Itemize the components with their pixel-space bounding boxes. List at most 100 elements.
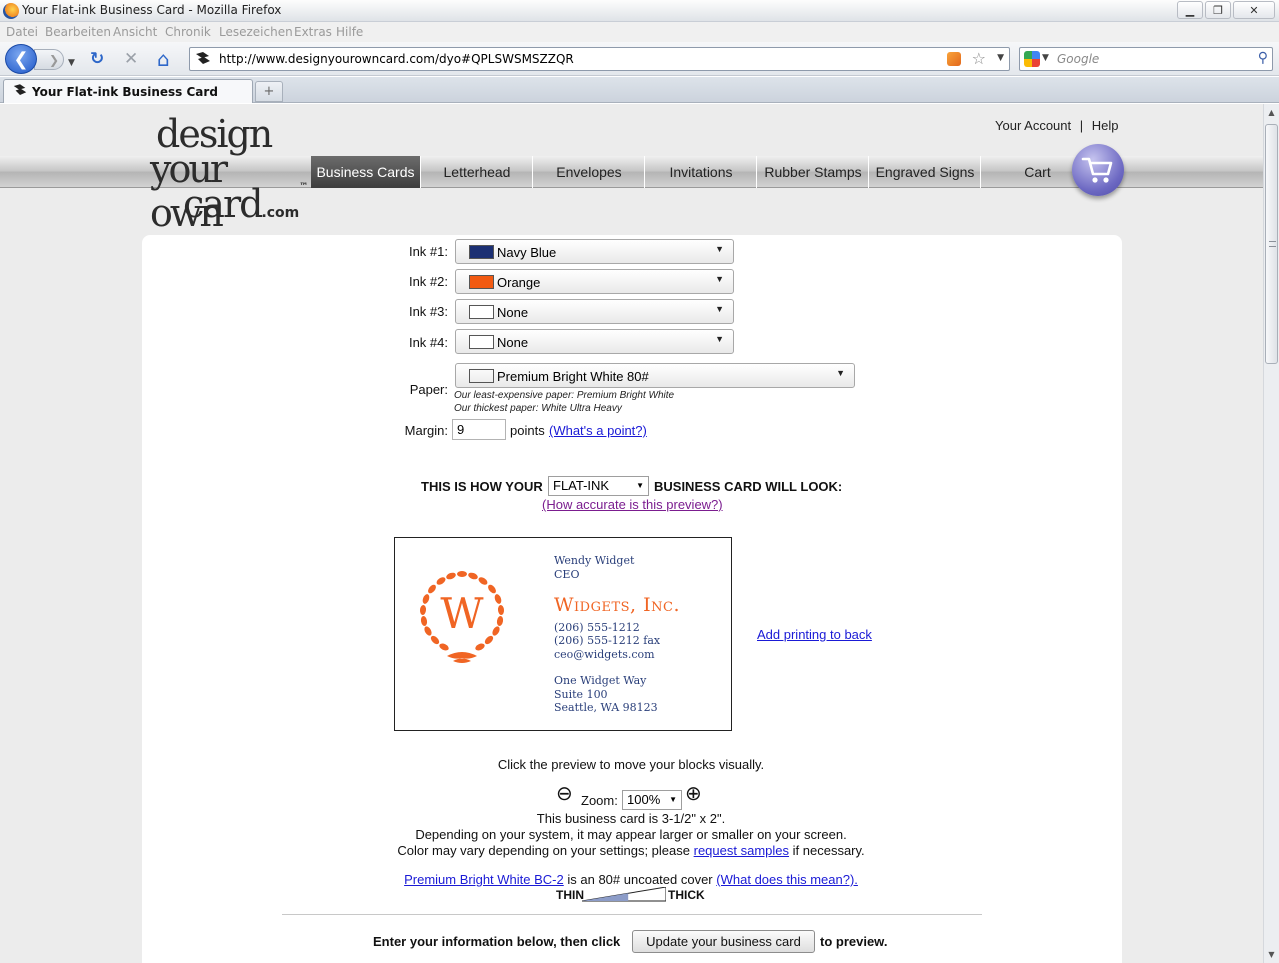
ink2-select[interactable]: Orange ▼ xyxy=(455,269,734,294)
preview-accuracy-link[interactable]: (How accurate is this preview?) xyxy=(542,497,723,512)
ink2-label: Ink #2: xyxy=(408,274,448,289)
color-disclaimer-before: Color may vary depending on your setting… xyxy=(397,843,690,858)
close-window-button[interactable]: ✕ xyxy=(1233,1,1275,19)
address-bar[interactable]: http://www.designyourowncard.com/dyo#QPL… xyxy=(189,47,1010,71)
card-fax: (206) 555-1212 fax xyxy=(554,634,661,647)
logo-suffix: .com xyxy=(261,205,300,221)
card-company: Widgets, Inc. xyxy=(554,594,680,616)
menu-extras[interactable]: Extras xyxy=(294,25,332,39)
bookmark-star-icon[interactable]: ☆ xyxy=(972,49,986,68)
url-text[interactable]: http://www.designyourowncard.com/dyo#QPL… xyxy=(219,52,574,66)
menu-datei[interactable]: Datei xyxy=(6,25,38,39)
chevron-down-icon: ▼ xyxy=(715,274,724,284)
reload-icon[interactable]: ↻ xyxy=(90,50,104,68)
update-business-card-button[interactable]: Update your business card xyxy=(632,930,815,953)
chevron-down-icon: ▼ xyxy=(715,334,724,344)
window-controls: ▁ ❐ ✕ xyxy=(1177,1,1275,19)
preview-heading-after: BUSINESS CARD WILL LOOK: xyxy=(654,479,843,494)
card-phone: (206) 555-1212 xyxy=(554,621,640,634)
ink4-swatch xyxy=(469,335,494,349)
menu-hilfe[interactable]: Hilfe xyxy=(336,25,363,39)
print-type-select[interactable]: FLAT-INK ▼ xyxy=(548,476,649,496)
request-samples-link[interactable]: request samples xyxy=(694,843,789,858)
plus-icon: + xyxy=(263,84,275,99)
chevron-down-icon: ▼ xyxy=(669,795,677,804)
color-disclaimer: Color may vary depending on your setting… xyxy=(300,843,962,858)
menu-lesezeichen[interactable]: Lesezeichen xyxy=(219,25,293,39)
paper-stock-link[interactable]: Premium Bright White BC-2 xyxy=(404,872,564,887)
scrollbar-thumb[interactable] xyxy=(1265,124,1278,364)
forward-button[interactable]: ❯ xyxy=(34,49,64,70)
minimize-button[interactable]: ▁ xyxy=(1177,1,1203,19)
margin-unit: points xyxy=(510,423,545,438)
chevron-down-icon: ▼ xyxy=(715,244,724,254)
chevron-down-icon: ▼ xyxy=(636,481,644,490)
nav-engraved-signs[interactable]: Engraved Signs xyxy=(870,156,981,188)
ink3-select[interactable]: None ▼ xyxy=(455,299,734,324)
paper-select[interactable]: Premium Bright White 80# ▼ xyxy=(455,363,855,388)
rss-feed-icon[interactable] xyxy=(947,52,961,66)
scroll-up-icon[interactable]: ▲ xyxy=(1264,104,1279,121)
margin-input[interactable] xyxy=(452,419,506,440)
card-title: CEO xyxy=(554,568,580,581)
menu-bar: Datei Bearbeiten Ansicht Chronik Lesezei… xyxy=(0,22,1279,42)
nav-letterhead[interactable]: Letterhead xyxy=(422,156,533,188)
nav-rubber-stamps[interactable]: Rubber Stamps xyxy=(758,156,869,188)
web-page: Business Cards Letterhead Envelopes Invi… xyxy=(0,104,1263,963)
history-dropdown-icon[interactable]: ▼ xyxy=(68,54,75,72)
zoom-out-icon[interactable]: ⊖ xyxy=(556,784,573,804)
logo-card-text: card xyxy=(183,182,263,226)
search-input[interactable]: Google xyxy=(1057,52,1099,66)
menu-bearbeiten[interactable]: Bearbeiten xyxy=(45,25,111,39)
search-engine-dropdown-icon[interactable]: ▼ xyxy=(1042,53,1049,63)
tab-flat-ink-business-card[interactable]: Your Flat-ink Business Card xyxy=(3,79,253,103)
site-favicon-icon xyxy=(194,51,212,67)
ink1-value: Navy Blue xyxy=(497,245,557,260)
zoom-select[interactable]: 100% ▼ xyxy=(622,790,682,810)
cart-button[interactable] xyxy=(1072,144,1124,196)
new-tab-button[interactable]: + xyxy=(255,81,283,102)
monogram-letter: W xyxy=(440,589,484,638)
add-printing-to-back-link[interactable]: Add printing to back xyxy=(757,627,872,642)
zoom-in-icon[interactable]: ⊕ xyxy=(685,784,702,804)
ink3-value: None xyxy=(497,305,529,320)
business-card-preview[interactable]: W Wendy Widget CEO Widgets, Inc. (206) 5… xyxy=(394,537,732,731)
window-titlebar: Your Flat-ink Business Card - Mozilla Fi… xyxy=(0,0,1279,22)
help-link[interactable]: Help xyxy=(1092,118,1119,133)
back-button[interactable]: ❮ xyxy=(5,44,37,74)
card-address-line1: One Widget Way xyxy=(554,674,647,687)
ink1-swatch xyxy=(469,245,494,259)
menu-ansicht[interactable]: Ansicht xyxy=(113,25,157,39)
window-title: Your Flat-ink Business Card - Mozilla Fi… xyxy=(22,3,282,17)
navigation-toolbar: ❯ ❮ ▼ ↻ ✕ ⌂ http://www.designyourowncard… xyxy=(0,42,1279,76)
google-engine-icon[interactable] xyxy=(1024,51,1040,67)
nav-envelopes[interactable]: Envelopes xyxy=(534,156,645,188)
paper-thickness-meter xyxy=(582,887,666,902)
color-disclaimer-after: if necessary. xyxy=(792,843,865,858)
vertical-scrollbar[interactable]: ▲ ▼ xyxy=(1263,104,1279,963)
logo-line-card: card.com ™ xyxy=(183,182,308,226)
search-icon[interactable]: ⚲ xyxy=(1258,50,1268,66)
nav-invitations[interactable]: Invitations xyxy=(646,156,757,188)
your-account-link[interactable]: Your Account xyxy=(995,118,1071,133)
ink4-select[interactable]: None ▼ xyxy=(455,329,734,354)
scroll-down-icon[interactable]: ▼ xyxy=(1264,946,1279,963)
menu-chronik[interactable]: Chronik xyxy=(165,25,211,39)
ink1-select[interactable]: Navy Blue ▼ xyxy=(455,239,734,264)
home-icon[interactable]: ⌂ xyxy=(157,49,170,69)
ink3-label: Ink #3: xyxy=(408,304,448,319)
display-size-disclaimer: Depending on your system, it may appear … xyxy=(415,827,847,842)
whats-a-point-link[interactable]: (What's a point?) xyxy=(549,423,647,438)
chevron-down-icon: ▼ xyxy=(715,304,724,314)
thick-label: THICK xyxy=(668,888,705,902)
stop-icon[interactable]: ✕ xyxy=(124,50,138,68)
nav-business-cards[interactable]: Business Cards xyxy=(311,156,421,188)
paper-meaning-link[interactable]: (What does this mean?). xyxy=(716,872,858,887)
ink2-swatch xyxy=(469,275,494,289)
maximize-button[interactable]: ❐ xyxy=(1205,1,1231,19)
account-separator: | xyxy=(1079,118,1084,133)
update-instructions-before: Enter your information below, then click xyxy=(373,934,621,949)
search-bar[interactable]: ▼ Google ⚲ xyxy=(1019,47,1273,71)
section-divider xyxy=(282,914,982,915)
url-dropdown-icon[interactable]: ▼ xyxy=(997,53,1004,63)
